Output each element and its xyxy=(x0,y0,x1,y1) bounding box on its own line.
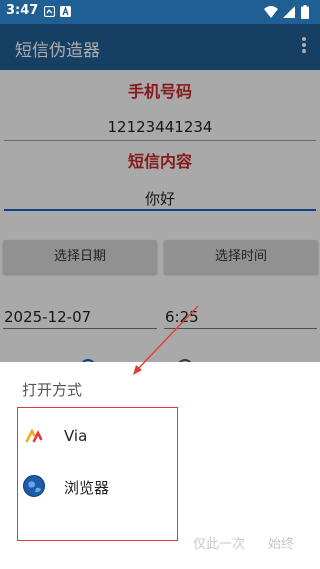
notification-a-icon xyxy=(60,6,71,17)
annotation-highlight-box xyxy=(17,407,178,541)
wifi-icon xyxy=(264,6,278,18)
just-once-button[interactable]: 仅此一次 xyxy=(193,533,245,552)
status-time: 3:47 xyxy=(6,3,39,18)
sheet-title: 打开方式 xyxy=(22,381,83,399)
notification-app-icon xyxy=(44,6,55,17)
battery-icon xyxy=(301,5,309,19)
status-bar: 3:47 xyxy=(0,0,320,24)
always-button[interactable]: 始终 xyxy=(268,533,294,552)
cellular-signal-icon xyxy=(283,6,295,18)
